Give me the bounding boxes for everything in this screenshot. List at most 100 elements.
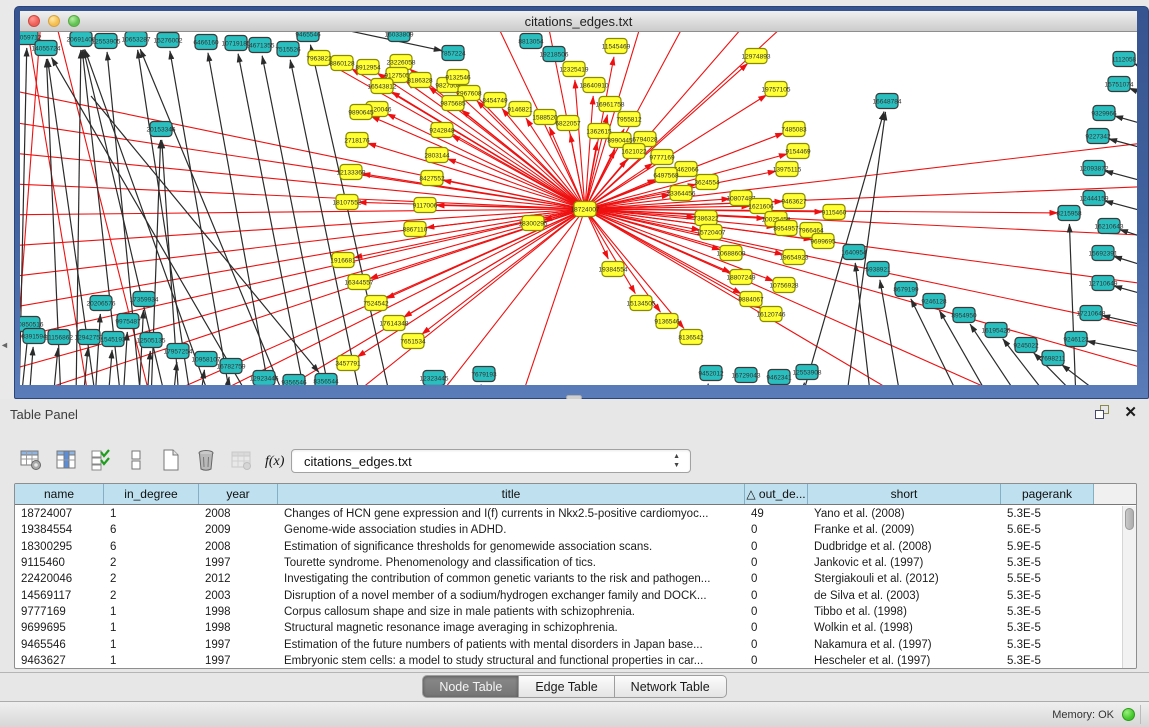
graph-node[interactable]: 13975115 — [773, 162, 802, 177]
column-settings-button[interactable] — [18, 447, 44, 473]
graph-node[interactable]: 8186328 — [407, 73, 433, 88]
graph-node[interactable]: 23364456 — [667, 186, 696, 201]
graph-node[interactable]: 7515526 — [275, 42, 301, 57]
graph-node[interactable]: 20153346 — [147, 122, 176, 137]
graph-node[interactable]: 9227342 — [1085, 129, 1111, 144]
graph-node[interactable]: 9136546 — [654, 314, 680, 329]
graph-node[interactable]: 20206576 — [87, 296, 116, 311]
graph-node[interactable]: 1112058 — [1112, 52, 1137, 67]
graph-node[interactable]: 6822057 — [555, 116, 581, 131]
graph-node[interactable]: 8215958 — [1056, 206, 1082, 221]
row-options-button[interactable] — [123, 447, 149, 473]
graph-node[interactable]: 8356544 — [313, 374, 339, 386]
graph-node[interactable]: 2718176 — [344, 133, 370, 148]
column-header-name[interactable]: name — [15, 484, 104, 504]
graph-node[interactable]: 12325419 — [560, 62, 589, 77]
graph-node[interactable]: 9884067 — [738, 292, 764, 307]
graph-node[interactable]: 1545193 — [100, 332, 126, 347]
graph-node[interactable]: 9132546 — [445, 70, 471, 85]
graph-node[interactable]: 8912954 — [355, 60, 381, 75]
graph-node[interactable]: 14055724 — [32, 41, 61, 56]
table-row[interactable]: 1872400712008Changes of HCN gene express… — [15, 506, 1122, 522]
close-panel-icon[interactable]: ✕ — [1124, 405, 1137, 420]
graph-node[interactable]: 19384554 — [599, 262, 628, 277]
table-row[interactable]: 969969511998Structural magnetic resonanc… — [15, 620, 1122, 636]
graph-node[interactable]: 8136542 — [678, 330, 704, 345]
graph-node[interactable]: 9356546 — [281, 375, 307, 386]
graph-node[interactable]: 19654923 — [780, 250, 809, 265]
graph-node[interactable]: 7679193 — [471, 367, 497, 382]
graph-node[interactable]: 9154469 — [785, 144, 811, 159]
graph-node[interactable]: 12923446 — [250, 371, 279, 386]
graph-node[interactable]: 17957254 — [164, 344, 193, 359]
graph-node[interactable]: 9329966 — [1091, 106, 1117, 121]
network-window-titlebar[interactable]: citations_edges.txt — [20, 11, 1137, 32]
graph-node[interactable]: 9146821 — [507, 102, 533, 117]
graph-node[interactable]: 15276002 — [154, 33, 183, 48]
graph-node[interactable]: 12710649 — [1089, 276, 1118, 291]
graph-node[interactable]: 9246128 — [921, 294, 947, 309]
graph-node[interactable]: 18807249 — [727, 270, 756, 285]
table-row[interactable]: 1456911722003Disruption of a novel membe… — [15, 587, 1122, 603]
graph-node[interactable]: 16210643 — [1095, 219, 1124, 234]
table-scrollbar[interactable] — [1122, 506, 1136, 668]
tab-node-table[interactable]: Node Table — [422, 675, 519, 698]
graph-node[interactable]: 16120746 — [757, 307, 786, 322]
graph-node[interactable]: 8860128 — [329, 56, 355, 71]
table-row[interactable]: 2242004622012Investigating the contribut… — [15, 571, 1122, 587]
graph-node[interactable]: 16344557 — [345, 275, 374, 290]
graph-node[interactable]: 1621022 — [621, 144, 647, 159]
graph-node[interactable]: 10756928 — [770, 278, 799, 293]
table-row[interactable]: 1830029562008Estimation of significance … — [15, 539, 1122, 555]
graph-node[interactable]: 16961758 — [596, 97, 625, 112]
graph-node[interactable]: 9246123 — [1063, 332, 1089, 347]
column-header-title[interactable]: title — [278, 484, 745, 504]
table-row[interactable]: 946554611997Estimation of the future num… — [15, 636, 1122, 652]
graph-node[interactable]: 7485083 — [781, 122, 807, 137]
graph-node[interactable]: 2803144 — [424, 148, 450, 163]
tab-edge-table[interactable]: Edge Table — [519, 675, 614, 698]
table-row[interactable]: 946362711997Embryonic stem cells: a mode… — [15, 653, 1122, 668]
select-all-rows-button[interactable] — [88, 447, 114, 473]
graph-node[interactable]: 9699695 — [810, 234, 836, 249]
graph-node[interactable]: 18640910 — [580, 78, 609, 93]
new-column-button[interactable] — [158, 447, 184, 473]
graph-node[interactable]: 7857224 — [440, 46, 466, 61]
graph-node[interactable]: 9115460 — [822, 205, 847, 220]
network-canvas[interactable]: 1605971214055724206914061255390510653287… — [20, 32, 1137, 385]
graph-node[interactable]: 18300295 — [519, 216, 548, 231]
table-scrollbar-thumb[interactable] — [1125, 508, 1134, 530]
graph-node[interactable]: 1916681 — [330, 253, 356, 268]
function-builder-button[interactable]: f(x) — [263, 447, 289, 473]
graph-node[interactable]: 7955812 — [616, 112, 642, 127]
delete-column-button[interactable] — [193, 447, 219, 473]
network-view-window[interactable]: citations_edges.txt 16059712140557242069… — [14, 6, 1149, 399]
graph-node[interactable]: 18724007 — [571, 202, 600, 217]
import-table-button[interactable] — [228, 447, 254, 473]
graph-node[interactable]: 10688609 — [717, 246, 746, 261]
column-header-out_de[interactable]: △ out_de... — [745, 484, 808, 504]
column-header-in_degree[interactable]: in_degree — [104, 484, 199, 504]
graph-node[interactable]: 14671355 — [246, 38, 275, 53]
graph-node[interactable]: 12093872 — [1080, 161, 1109, 176]
graph-node[interactable]: 12553905 — [92, 34, 121, 49]
graph-node[interactable]: 9242848 — [429, 123, 455, 138]
graph-node[interactable]: 15751074 — [1105, 77, 1134, 92]
graph-node[interactable]: 8813054 — [518, 34, 544, 49]
float-panel-icon[interactable] — [1095, 405, 1110, 420]
graph-node[interactable]: 17614348 — [380, 316, 409, 331]
graph-node[interactable]: 10653287 — [122, 32, 151, 47]
graph-node[interactable]: 8954950 — [951, 308, 977, 323]
table-row[interactable]: 911546021997Tourette syndrome. Phenomeno… — [15, 555, 1122, 571]
graph-node[interactable]: 6466160 — [193, 35, 219, 50]
panel-collapse-arrow-icon[interactable]: ◄ — [0, 340, 9, 350]
graph-node[interactable]: 19757105 — [762, 82, 791, 97]
graph-node[interactable]: 12553908 — [793, 365, 822, 380]
graph-node[interactable]: 15134505 — [627, 296, 656, 311]
graph-node[interactable]: 17359934 — [130, 292, 159, 307]
graph-node[interactable]: 9890645 — [348, 105, 374, 120]
graph-node[interactable]: 16543812 — [368, 79, 397, 94]
graph-node[interactable]: 19218506 — [540, 47, 569, 62]
graph-node[interactable]: 9245022 — [1013, 338, 1039, 353]
graph-node[interactable]: 9465546 — [295, 32, 321, 42]
